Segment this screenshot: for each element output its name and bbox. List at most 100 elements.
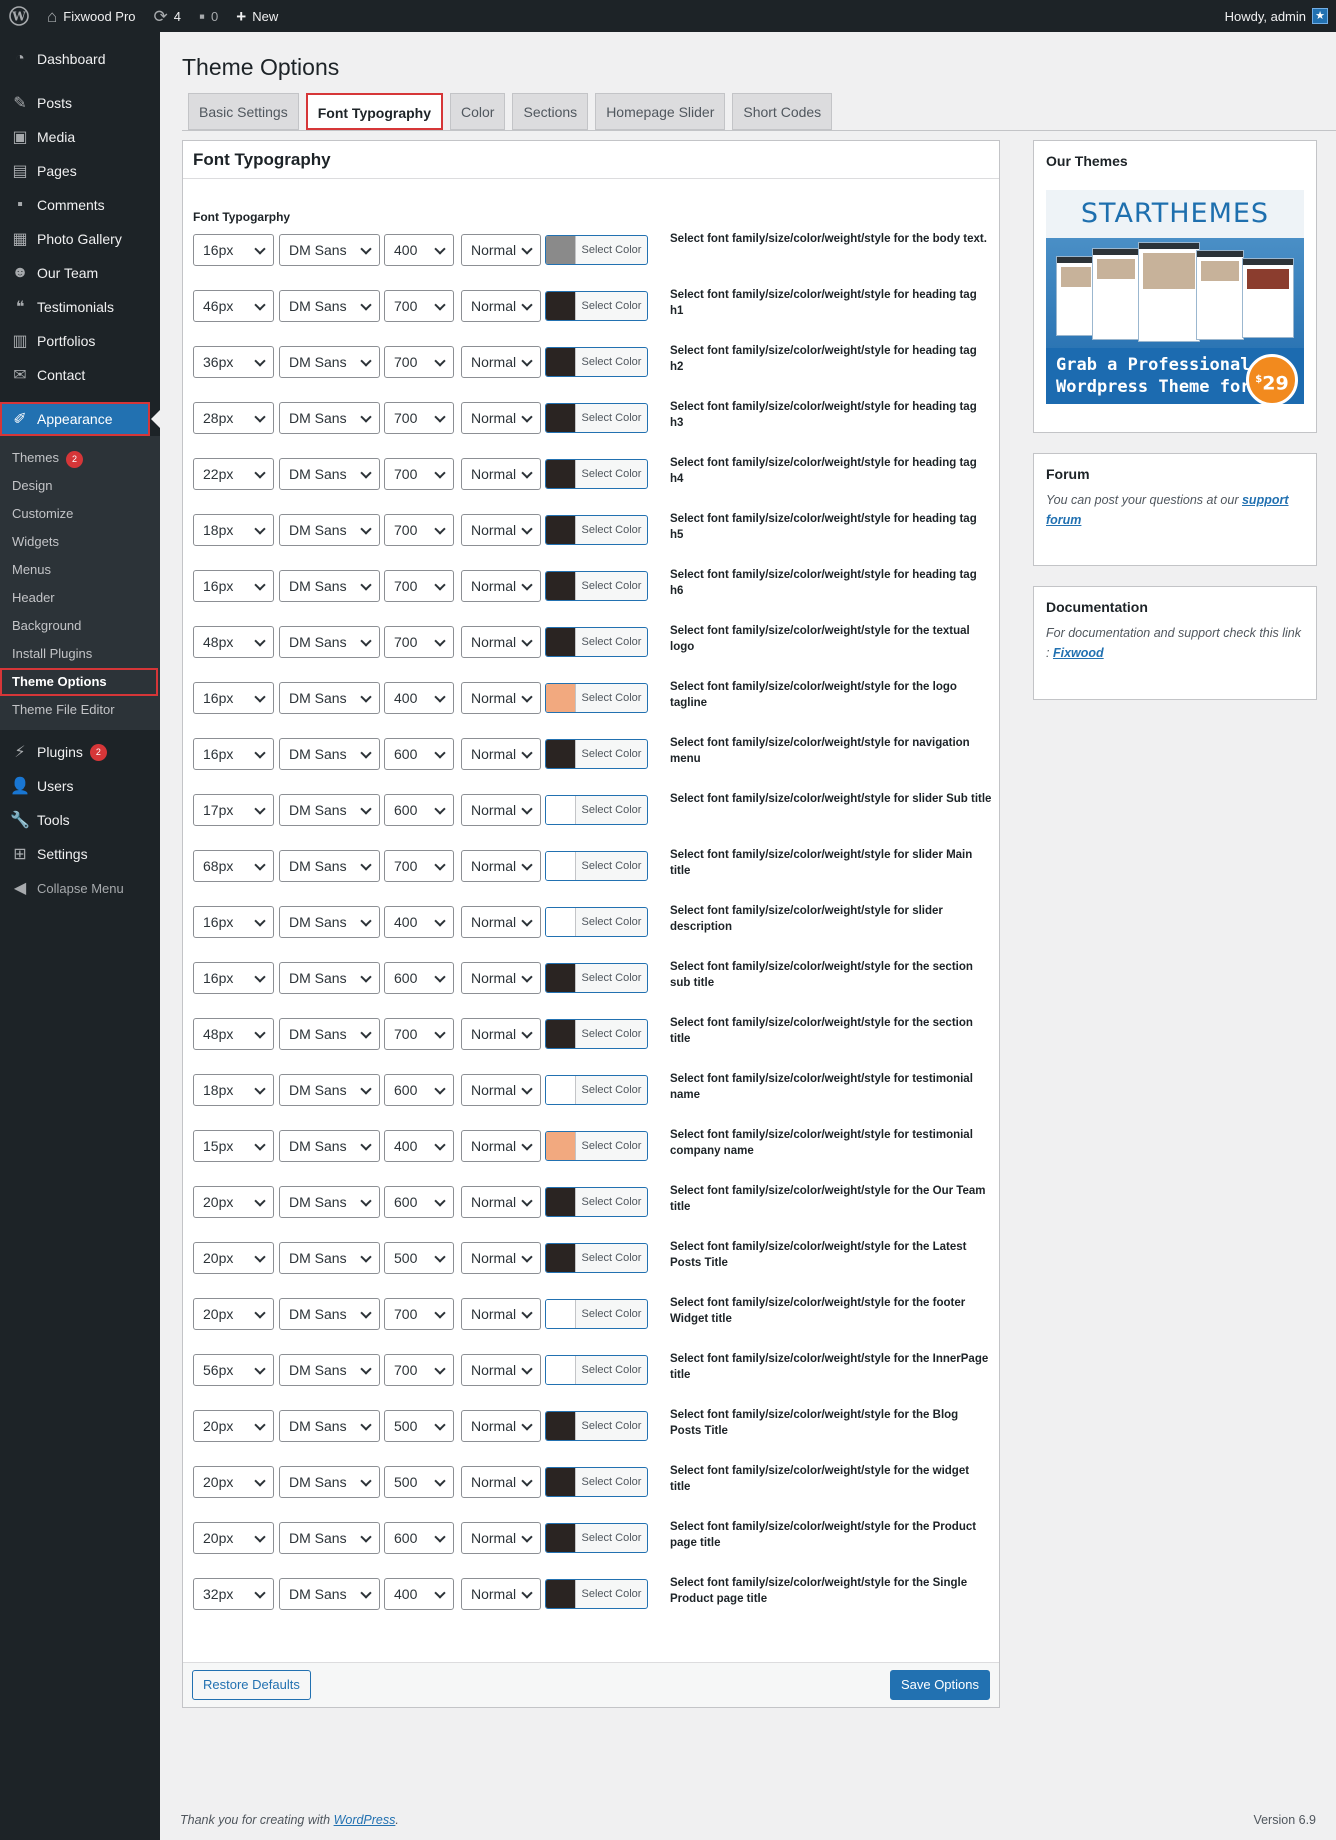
themes-banner[interactable]: STARTHEMES Grab a Professional Wordpress… (1046, 190, 1304, 404)
font-size-select[interactable]: 20px (193, 1186, 274, 1218)
font-weight-select[interactable]: 400 (384, 906, 454, 938)
wordpress-logo-icon[interactable]: W (0, 0, 38, 32)
submenu-customize[interactable]: Customize (0, 500, 160, 528)
tab-homepage-slider[interactable]: Homepage Slider (595, 93, 726, 130)
font-size-select[interactable]: 48px (193, 1018, 274, 1050)
select-color-button[interactable]: Select Color (545, 963, 648, 993)
select-color-button[interactable]: Select Color (545, 1019, 648, 1049)
font-style-select[interactable]: Normal (461, 458, 541, 490)
font-weight-select[interactable]: 700 (384, 1354, 454, 1386)
menu-posts[interactable]: ✎ Posts (0, 86, 160, 120)
menu-dashboard[interactable]: ◔ Dashboard (0, 42, 160, 76)
select-color-button[interactable]: Select Color (545, 1467, 648, 1497)
font-size-select[interactable]: 22px (193, 458, 274, 490)
font-family-select[interactable]: DM Sans (279, 1410, 380, 1442)
font-family-select[interactable]: DM Sans (279, 1242, 380, 1274)
font-family-select[interactable]: DM Sans (279, 290, 380, 322)
font-family-select[interactable]: DM Sans (279, 1578, 380, 1610)
font-weight-select[interactable]: 400 (384, 1578, 454, 1610)
font-weight-select[interactable]: 700 (384, 1018, 454, 1050)
select-color-button[interactable]: Select Color (545, 683, 648, 713)
font-size-select[interactable]: 48px (193, 626, 274, 658)
font-style-select[interactable]: Normal (461, 514, 541, 546)
collapse-menu-button[interactable]: ◀ Collapse Menu (0, 871, 160, 905)
font-style-select[interactable]: Normal (461, 1410, 541, 1442)
font-family-select[interactable]: DM Sans (279, 402, 380, 434)
font-style-select[interactable]: Normal (461, 570, 541, 602)
font-family-select[interactable]: DM Sans (279, 682, 380, 714)
font-weight-select[interactable]: 700 (384, 626, 454, 658)
font-style-select[interactable]: Normal (461, 1466, 541, 1498)
menu-users[interactable]: 👤 Users (0, 769, 160, 803)
font-style-select[interactable]: Normal (461, 1074, 541, 1106)
font-family-select[interactable]: DM Sans (279, 906, 380, 938)
fixwood-docs-link[interactable]: Fixwood (1053, 646, 1104, 660)
select-color-button[interactable]: Select Color (545, 1131, 648, 1161)
menu-plugins[interactable]: ⚡ Plugins 2 (0, 735, 160, 769)
select-color-button[interactable]: Select Color (545, 235, 648, 265)
font-size-select[interactable]: 16px (193, 682, 274, 714)
select-color-button[interactable]: Select Color (545, 795, 648, 825)
select-color-button[interactable]: Select Color (545, 907, 648, 937)
font-size-select[interactable]: 16px (193, 738, 274, 770)
font-style-select[interactable]: Normal (461, 1522, 541, 1554)
select-color-button[interactable]: Select Color (545, 515, 648, 545)
font-family-select[interactable]: DM Sans (279, 458, 380, 490)
font-size-select[interactable]: 20px (193, 1242, 274, 1274)
submenu-themes[interactable]: Themes 2 (0, 444, 160, 472)
font-size-select[interactable]: 46px (193, 290, 274, 322)
font-weight-select[interactable]: 500 (384, 1242, 454, 1274)
font-weight-select[interactable]: 600 (384, 738, 454, 770)
select-color-button[interactable]: Select Color (545, 459, 648, 489)
font-style-select[interactable]: Normal (461, 626, 541, 658)
font-size-select[interactable]: 20px (193, 1410, 274, 1442)
submenu-theme-file-editor[interactable]: Theme File Editor (0, 696, 160, 724)
font-family-select[interactable]: DM Sans (279, 514, 380, 546)
tab-short-codes[interactable]: Short Codes (732, 93, 833, 130)
font-size-select[interactable]: 36px (193, 346, 274, 378)
select-color-button[interactable]: Select Color (545, 403, 648, 433)
font-style-select[interactable]: Normal (461, 906, 541, 938)
font-weight-select[interactable]: 700 (384, 1298, 454, 1330)
select-color-button[interactable]: Select Color (545, 1075, 648, 1105)
select-color-button[interactable]: Select Color (545, 1187, 648, 1217)
select-color-button[interactable]: Select Color (545, 851, 648, 881)
font-weight-select[interactable]: 400 (384, 1130, 454, 1162)
font-family-select[interactable]: DM Sans (279, 738, 380, 770)
select-color-button[interactable]: Select Color (545, 1411, 648, 1441)
font-style-select[interactable]: Normal (461, 850, 541, 882)
select-color-button[interactable]: Select Color (545, 347, 648, 377)
font-size-select[interactable]: 16px (193, 962, 274, 994)
font-weight-select[interactable]: 500 (384, 1466, 454, 1498)
font-family-select[interactable]: DM Sans (279, 962, 380, 994)
font-weight-select[interactable]: 600 (384, 794, 454, 826)
font-style-select[interactable]: Normal (461, 1130, 541, 1162)
font-family-select[interactable]: DM Sans (279, 1186, 380, 1218)
updates-link[interactable]: ⟳ 4 (145, 0, 190, 32)
font-size-select[interactable]: 20px (193, 1522, 274, 1554)
menu-portfolios[interactable]: ▥ Portfolios (0, 324, 160, 358)
font-family-select[interactable]: DM Sans (279, 1354, 380, 1386)
font-size-select[interactable]: 20px (193, 1466, 274, 1498)
font-size-select[interactable]: 28px (193, 402, 274, 434)
select-color-button[interactable]: Select Color (545, 1579, 648, 1609)
font-family-select[interactable]: DM Sans (279, 1466, 380, 1498)
font-family-select[interactable]: DM Sans (279, 626, 380, 658)
font-family-select[interactable]: DM Sans (279, 794, 380, 826)
font-family-select[interactable]: DM Sans (279, 234, 380, 266)
submenu-background[interactable]: Background (0, 612, 160, 640)
font-family-select[interactable]: DM Sans (279, 850, 380, 882)
font-weight-select[interactable]: 600 (384, 1186, 454, 1218)
font-style-select[interactable]: Normal (461, 1354, 541, 1386)
font-family-select[interactable]: DM Sans (279, 1130, 380, 1162)
font-weight-select[interactable]: 700 (384, 458, 454, 490)
font-style-select[interactable]: Normal (461, 1298, 541, 1330)
font-style-select[interactable]: Normal (461, 1242, 541, 1274)
font-family-select[interactable]: DM Sans (279, 1074, 380, 1106)
font-style-select[interactable]: Normal (461, 962, 541, 994)
select-color-button[interactable]: Select Color (545, 1243, 648, 1273)
font-family-select[interactable]: DM Sans (279, 1522, 380, 1554)
menu-settings[interactable]: ⊞ Settings (0, 837, 160, 871)
wordpress-link[interactable]: WordPress (334, 1813, 396, 1827)
select-color-button[interactable]: Select Color (545, 1523, 648, 1553)
